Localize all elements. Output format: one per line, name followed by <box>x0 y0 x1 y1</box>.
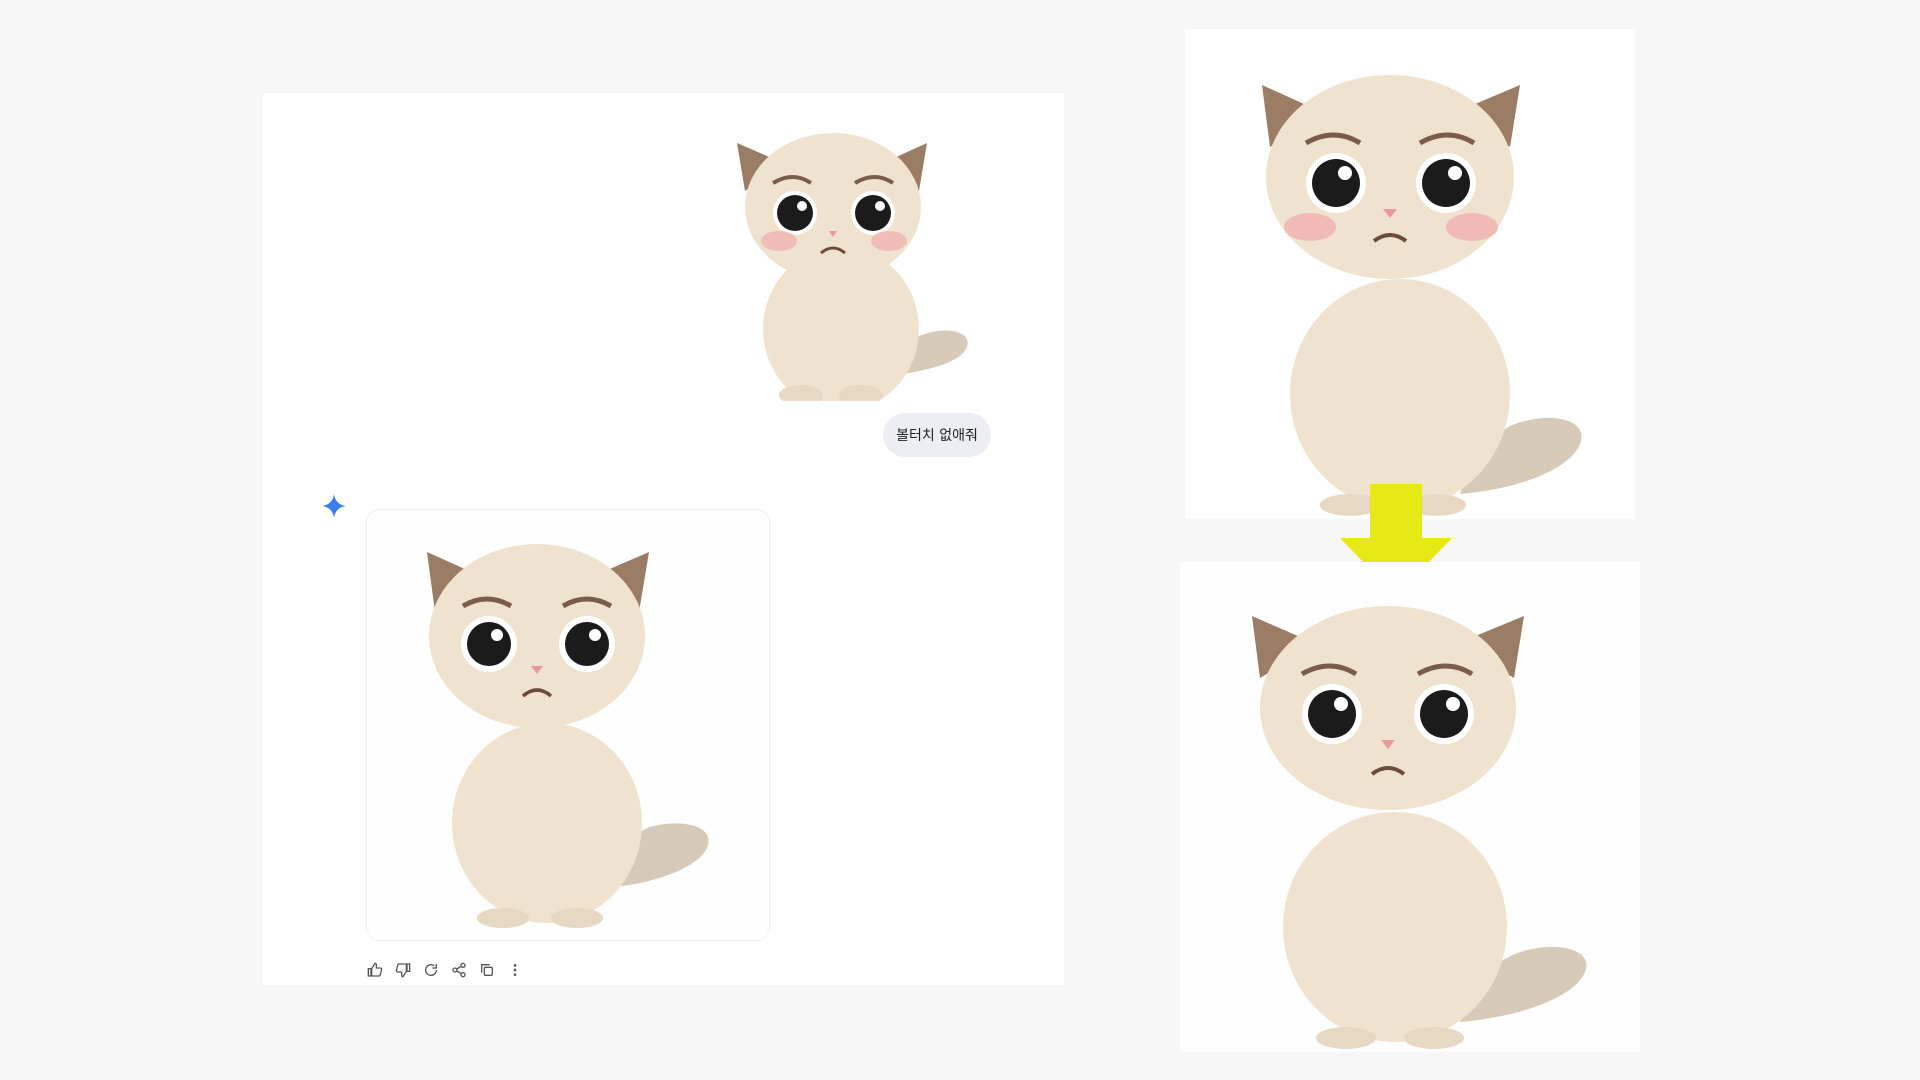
more-icon[interactable] <box>504 959 526 981</box>
result-cat-image[interactable] <box>407 528 727 928</box>
before-image-panel <box>1185 29 1635 519</box>
copy-icon[interactable] <box>476 959 498 981</box>
after-image-panel <box>1180 562 1640 1052</box>
before-cat-image <box>1262 75 1582 516</box>
gemini-spark-icon <box>322 494 346 518</box>
user-cat-image[interactable] <box>723 121 983 401</box>
regenerate-icon[interactable] <box>420 959 442 981</box>
response-actions <box>364 959 526 983</box>
user-message-text: 볼터치 없애줘 <box>896 428 978 444</box>
result-image-card[interactable] <box>367 510 769 940</box>
user-message-bubble: 볼터치 없애줘 <box>883 413 991 457</box>
thumbs-up-icon[interactable] <box>364 959 386 981</box>
chat-panel: 볼터치 없애줘 <box>263 93 1064 985</box>
after-cat-image <box>1252 606 1587 1049</box>
thumbs-down-icon[interactable] <box>392 959 414 981</box>
share-icon[interactable] <box>448 959 470 981</box>
